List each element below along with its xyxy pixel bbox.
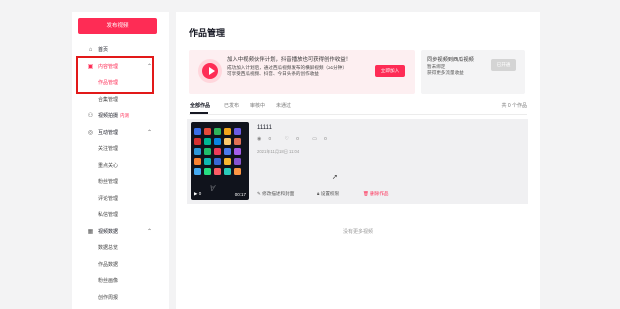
pencil-icon: ✎ — [257, 191, 261, 196]
sidebar-item-weekly-report[interactable]: 创作周报 — [72, 290, 169, 307]
eye-icon: ◉ — [257, 137, 262, 142]
divider — [189, 114, 527, 115]
home-icon: ⌂ — [88, 47, 93, 53]
sidebar-item-messages[interactable]: 私信管理 — [72, 207, 169, 224]
heart-icon: ♡ — [284, 137, 289, 142]
partner-program-banner: 加入中视频伙伴计划，抖音播放也可获得创作收益！ 成功加入计划后，通过西瓜视频发布… — [189, 50, 415, 94]
beta-badge: 内测 — [120, 113, 130, 118]
camera-icon: ⚇ — [87, 113, 94, 119]
edit-description-button[interactable]: ✎ 修改描述和封面 — [257, 191, 294, 197]
sidebar-item-fans[interactable]: 粉丝管理 — [72, 174, 169, 191]
sidebar: 发布视频 ⌂ 首页 ▣ 内容管理 ⌃ 作品管理 合集管理 ⚇ 视频拍摄 内测 ◎ … — [72, 12, 238, 309]
set-permission-button[interactable]: 🔒︎ 设置权限 — [317, 191, 339, 197]
delete-video-button[interactable]: 🗑︎ 删除作品 — [363, 191, 389, 197]
interact-icon: ◎ — [87, 129, 94, 136]
watermark: Ɐ — [209, 184, 215, 193]
video-stats: ◉ 0 ♡ 0 ▭ 0 — [257, 137, 339, 142]
promo-headline: 加入中视频伙伴计划，抖音播放也可获得创作收益！ — [227, 57, 351, 63]
sidebar-item-interaction[interactable]: ◎ 互动管理 ⌃ — [72, 125, 169, 142]
tab-published[interactable]: 已发布 — [224, 99, 239, 113]
sync-title: 同步视频到西瓜视频 — [427, 57, 474, 63]
plays-stat: ◉ 0 — [257, 137, 272, 142]
data-icon: ▦ — [87, 228, 94, 235]
video-card[interactable]: Ɐ ▶ 0 00:17 11111 ◉ 0 ♡ 0 ▭ 0 2021年11月18… — [187, 119, 528, 204]
join-now-button[interactable]: 立即加入 — [375, 65, 405, 77]
play-icon — [198, 59, 222, 83]
video-title[interactable]: 11111 — [257, 125, 272, 131]
works-count: 共 0 个作品 — [501, 103, 527, 109]
sync-toggle-button[interactable]: 已开通 — [491, 59, 516, 71]
tab-reviewing[interactable]: 审核中 — [250, 99, 265, 113]
sidebar-item-key-care[interactable]: 重点关心 — [72, 158, 169, 175]
trash-icon: 🗑︎ — [363, 191, 369, 196]
video-duration: 00:17 — [234, 192, 246, 197]
sidebar-item-overview[interactable]: 数据总览 — [72, 240, 169, 257]
video-thumbnail[interactable]: Ɐ ▶ 0 00:17 — [191, 122, 249, 200]
lock-icon: 🔒︎ — [317, 191, 320, 196]
sidebar-item-fan-profile[interactable]: 粉丝画像 — [72, 273, 169, 290]
comments-stat: ▭ 0 — [312, 137, 327, 142]
publish-video-button[interactable]: 发布视频 — [78, 18, 157, 34]
likes-stat: ♡ 0 — [284, 137, 299, 142]
main-content: 作品管理 加入中视频伙伴计划，抖音播放也可获得创作收益！ 成功加入计划后，通过西… — [176, 12, 540, 309]
chevron-up-icon: ⌃ — [146, 129, 152, 136]
mouse-cursor: ➚ — [332, 174, 338, 181]
comment-icon: ▭ — [312, 137, 317, 142]
sidebar-item-follows[interactable]: 关注管理 — [72, 141, 169, 158]
tab-rejected[interactable]: 未通过 — [276, 99, 291, 113]
sync-xigua-panel: 同步视频到西瓜视频 暂未绑定 获得更多流量收益 已开通 — [421, 50, 525, 94]
highlight-box — [76, 56, 154, 94]
sidebar-item-shooting[interactable]: ⚇ 视频拍摄 内测 — [72, 108, 169, 125]
works-tabs: 全部作品 已发布 审核中 未通过 共 0 个作品 — [189, 99, 527, 114]
page-title: 作品管理 — [189, 28, 226, 38]
sidebar-item-video-data[interactable]: ▦ 视频数据 ⌃ — [72, 224, 169, 241]
sync-desc: 获得更多流量收益 — [427, 70, 464, 75]
sidebar-item-works-data[interactable]: 作品数据 — [72, 257, 169, 274]
no-more-videos: 没有更多视频 — [342, 229, 373, 235]
thumbnail-play-count: ▶ 0 — [194, 191, 202, 196]
sidebar-item-comments[interactable]: 评论管理 — [72, 191, 169, 208]
promo-detail-2: 可享受西瓜视频、抖音、今日头条的创作收益 — [227, 71, 319, 76]
tab-all-works[interactable]: 全部作品 — [190, 99, 210, 113]
video-date: 2021年11月18日 11:04 — [257, 149, 300, 154]
chevron-up-icon: ⌃ — [146, 228, 152, 235]
